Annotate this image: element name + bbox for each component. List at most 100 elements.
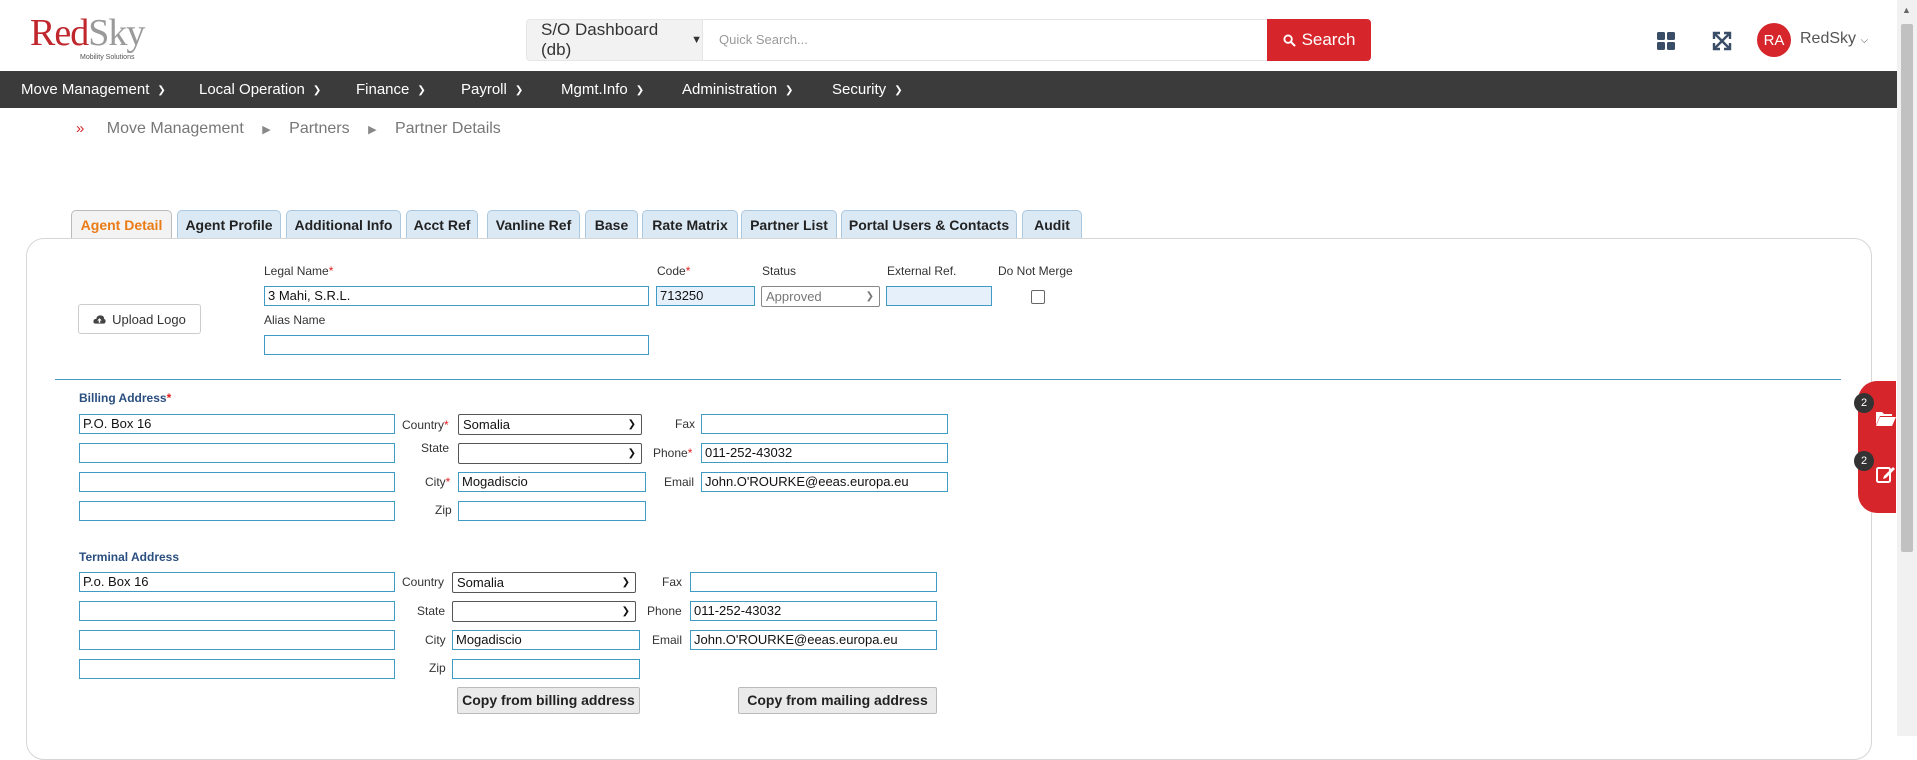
terminal-fax-input[interactable] [690,572,937,592]
chevron-down-icon: ▼ [691,34,702,46]
breadcrumb: » Move Management ▶ Partners ▶ Partner D… [76,120,501,138]
nav-move-management[interactable]: Move Management ❯ [21,71,166,108]
billing-address-title: Billing Address* [79,391,172,405]
terminal-country-select[interactable]: Somalia ❯ [452,572,636,593]
nav-administration[interactable]: Administration ❯ [682,71,793,108]
tab-agent-profile[interactable]: Agent Profile [177,210,281,238]
logo-text-grey: Sky [88,12,145,54]
user-menu[interactable]: RedSky ⌵ [1800,30,1868,48]
top-header: RedSky Mobility Solutions S/O Dashboard … [0,0,1897,71]
breadcrumb-separator-icon: ▶ [262,124,271,136]
alias-name-label: Alias Name [264,313,326,327]
billing-city-label: City* [425,475,451,489]
status-label: Status [762,264,797,278]
code-label: Code* [657,264,691,278]
tab-acct-ref[interactable]: Acct Ref [406,210,478,238]
billing-zip-input[interactable] [458,501,646,521]
required-icon: * [444,418,449,432]
required-icon: * [687,446,693,460]
billing-address-line2-input[interactable] [79,443,395,463]
billing-phone-input[interactable]: 011-252-43032 [701,443,948,463]
terminal-phone-input[interactable]: 011-252-43032 [690,601,937,621]
billing-fax-input[interactable] [701,414,948,434]
terminal-address-line2-input[interactable] [79,601,395,621]
terminal-zip-input[interactable] [452,659,640,679]
scroll-up-arrow-icon[interactable]: ▲ [1902,5,1911,15]
terminal-state-select[interactable]: ❯ [452,601,636,622]
copy-from-mailing-button[interactable]: Copy from mailing address [738,687,937,714]
nav-label: Finance [356,81,410,98]
chevron-down-icon: ❯ [627,448,636,459]
billing-country-select[interactable]: Somalia ❯ [458,414,642,435]
user-avatar[interactable]: RA [1757,23,1791,57]
external-ref-input[interactable] [886,286,992,306]
billing-address-line4-input[interactable] [79,501,395,521]
fullscreen-icon[interactable] [1711,30,1733,52]
billing-country-value: Somalia [463,417,510,432]
search-button-label: Search [1301,30,1356,49]
nav-label: Security [832,81,887,98]
nav-local-operation[interactable]: Local Operation ❯ [199,71,321,108]
upload-logo-button[interactable]: Upload Logo [78,304,201,334]
terminal-address-line4-input[interactable] [79,659,395,679]
nav-finance[interactable]: Finance ❯ [356,71,426,108]
tab-portal-users-contacts[interactable]: Portal Users & Contacts [841,210,1017,238]
billing-email-label: Email [664,475,695,489]
breadcrumb-move-management[interactable]: Move Management [107,120,244,137]
chevron-down-icon: ❯ [635,85,645,96]
dashboard-select[interactable]: S/O Dashboard (db) ▼ [526,19,703,61]
dashboard-grid-icon[interactable] [1655,30,1677,52]
tab-additional-info[interactable]: Additional Info [286,210,401,238]
chevron-down-icon: ❯ [894,85,903,96]
breadcrumb-partners[interactable]: Partners [289,120,349,137]
chevron-down-icon: ❯ [312,85,322,96]
edit-note-icon[interactable] [1875,464,1897,484]
chevron-down-icon: ❯ [621,577,630,588]
external-ref-label: External Ref. [887,264,957,278]
terminal-zip-label: Zip [429,661,446,675]
terminal-fax-label: Fax [662,575,683,589]
terminal-country-label: Country [402,575,445,589]
tab-agent-detail[interactable]: Agent Detail [71,210,172,238]
billing-state-select[interactable]: ❯ [458,443,642,464]
nav-security[interactable]: Security ❯ [832,71,903,108]
tab-vanline-ref[interactable]: Vanline Ref [487,210,580,238]
scrollbar-thumb[interactable] [1901,24,1913,552]
terminal-address-line1-input[interactable]: P.o. Box 16 [79,572,395,592]
legal-name-input[interactable]: 3 Mahi, S.R.L. [264,286,649,306]
nav-label: Move Management [21,81,150,98]
chevron-down-icon: ⌵ [1860,35,1869,46]
billing-email-input[interactable]: John.O'ROURKE@eeas.europa.eu [701,472,948,492]
required-icon: * [445,475,451,489]
copy-from-billing-button[interactable]: Copy from billing address [457,687,640,714]
user-name-label: RedSky [1800,30,1857,47]
nav-payroll[interactable]: Payroll ❯ [461,71,523,108]
billing-city-input[interactable]: Mogadiscio [458,472,646,492]
code-input[interactable]: 713250 [656,286,755,306]
tab-partner-list[interactable]: Partner List [741,210,837,238]
do-not-merge-checkbox[interactable] [1031,290,1045,304]
breadcrumb-partner-details: Partner Details [394,120,501,137]
nav-label: Payroll [461,81,507,98]
nav-mgmt-info[interactable]: Mgmt.Info ❯ [561,71,644,108]
quick-search-input[interactable]: Quick Search... [703,19,1268,61]
nav-label: Local Operation [199,81,305,98]
redsky-logo[interactable]: RedSky Mobility Solutions [30,14,150,66]
billing-address-line3-input[interactable] [79,472,395,492]
chevron-down-icon: ❯ [514,85,524,96]
search-icon [1283,33,1296,47]
tab-audit[interactable]: Audit [1022,210,1082,238]
terminal-address-line3-input[interactable] [79,630,395,650]
billing-address-line1-input[interactable]: P.O. Box 16 [79,414,395,434]
chevron-down-icon: ❯ [627,419,636,430]
status-select[interactable]: Approved ❯ [761,286,880,307]
terminal-email-input[interactable]: John.O'ROURKE@eeas.europa.eu [690,630,937,650]
terminal-city-input[interactable]: Mogadiscio [452,630,640,650]
alias-name-input[interactable] [264,335,649,355]
folder-open-icon[interactable] [1875,408,1897,428]
tab-rate-matrix[interactable]: Rate Matrix [642,210,738,238]
tab-base[interactable]: Base [585,210,638,238]
search-button[interactable]: Search [1267,19,1371,61]
notes-count-badge: 2 [1854,451,1874,471]
chevron-down-icon: ❯ [417,85,426,96]
